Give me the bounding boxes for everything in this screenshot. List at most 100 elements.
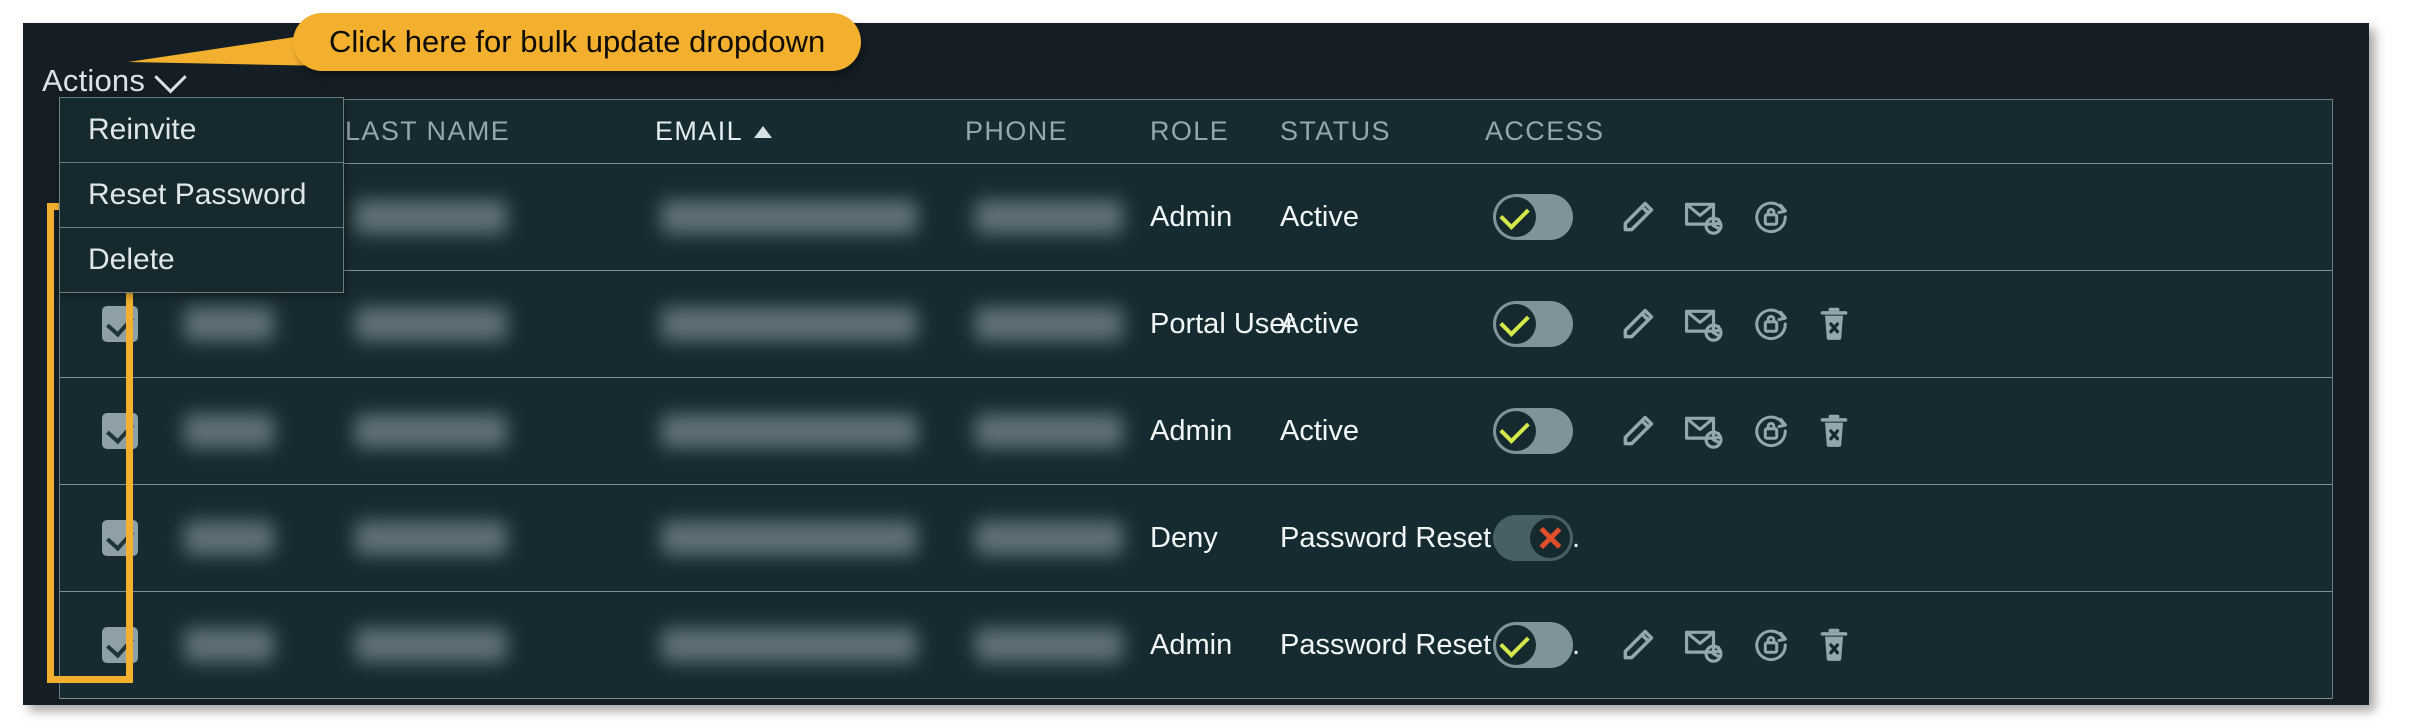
table-row[interactable]: Admin Active (60, 164, 2332, 271)
redacted-value (975, 414, 1123, 448)
cell-access (1485, 622, 2332, 668)
redacted-value (184, 628, 274, 662)
row-checkbox-checked[interactable] (102, 520, 138, 556)
row-checkbox-checked[interactable] (102, 627, 138, 663)
toggle-knob (1496, 625, 1536, 665)
menu-item-reset-password[interactable]: Reset Password (60, 163, 343, 228)
cell-email (655, 414, 965, 448)
header-last-name[interactable]: LAST NAME (345, 116, 510, 146)
cell-phone (965, 200, 1150, 234)
menu-item-reinvite[interactable]: Reinvite (60, 98, 343, 163)
redacted-value (975, 307, 1123, 341)
cell-last-name (345, 200, 655, 234)
redacted-value (355, 200, 507, 234)
cell-access (1485, 515, 2332, 561)
cell-status: Active (1280, 201, 1485, 234)
cell-status: Password Reset Req… (1280, 522, 1581, 555)
row-checkbox-checked[interactable] (102, 413, 138, 449)
cell-phone (965, 521, 1150, 555)
row-action-icons (1619, 412, 1851, 450)
check-icon (1499, 305, 1530, 337)
header-phone[interactable]: PHONE (965, 116, 1068, 146)
cell-role-value: Deny (1150, 521, 1218, 554)
row-action-icons (1619, 305, 1851, 343)
row-checkbox-checked[interactable] (102, 306, 138, 342)
row-select-cell[interactable] (60, 306, 180, 342)
reset-password-lock-icon[interactable] (1751, 198, 1791, 236)
cell-status-value: Active (1280, 414, 1359, 447)
cell-access (1485, 194, 2332, 240)
check-icon (1499, 412, 1530, 444)
reinvite-envelope-icon[interactable] (1683, 626, 1725, 664)
users-table: LAST NAME EMAIL PHONE ROLE STATUS ACCESS… (59, 99, 2333, 699)
delete-trash-icon[interactable] (1817, 412, 1851, 450)
reset-password-lock-icon[interactable] (1751, 412, 1791, 450)
cell-role-value: Admin (1150, 414, 1233, 447)
header-access[interactable]: ACCESS (1485, 116, 1604, 147)
cell-email (655, 307, 965, 341)
cell-first-name (180, 307, 345, 341)
table-row[interactable]: Deny Password Reset Req… (60, 485, 2332, 592)
toggle-knob (1496, 197, 1536, 237)
cell-first-name (180, 628, 345, 662)
cell-last-name (345, 628, 655, 662)
access-toggle-off[interactable] (1493, 515, 1573, 561)
check-icon (1499, 626, 1530, 658)
toggle-knob (1530, 518, 1570, 558)
cell-first-name (180, 521, 345, 555)
header-status[interactable]: STATUS (1280, 116, 1391, 146)
access-toggle-on[interactable] (1493, 622, 1573, 668)
cell-email (655, 521, 965, 555)
callout-bubble: Click here for bulk update dropdown (293, 13, 862, 71)
cell-last-name (345, 414, 655, 448)
user-management-panel: Actions Click here for bulk update dropd… (23, 13, 2369, 705)
menu-item-delete[interactable]: Delete (60, 228, 343, 292)
header-role[interactable]: ROLE (1150, 116, 1229, 146)
table-body: Admin Active Portal User Active Admin Active D… (60, 164, 2332, 699)
access-toggle-on[interactable] (1493, 408, 1573, 454)
redacted-value (661, 307, 917, 341)
redacted-value (184, 521, 274, 555)
delete-trash-icon[interactable] (1817, 626, 1851, 664)
cell-status: Password Reset Req… (1280, 629, 1581, 662)
edit-pencil-icon[interactable] (1619, 305, 1657, 343)
redacted-value (975, 628, 1123, 662)
reset-password-lock-icon[interactable] (1751, 626, 1791, 664)
delete-trash-icon[interactable] (1817, 305, 1851, 343)
cell-email (655, 200, 965, 234)
reinvite-envelope-icon[interactable] (1683, 412, 1725, 450)
access-toggle-on[interactable] (1493, 301, 1573, 347)
redacted-value (661, 414, 917, 448)
access-toggle-on[interactable] (1493, 194, 1573, 240)
table-row[interactable]: Admin Active (60, 378, 2332, 485)
row-select-cell[interactable] (60, 520, 180, 556)
toggle-knob (1496, 411, 1536, 451)
row-action-icons (1619, 198, 1791, 236)
header-email[interactable]: EMAIL (655, 116, 965, 147)
table-header-row: LAST NAME EMAIL PHONE ROLE STATUS ACCESS (60, 100, 2332, 164)
row-select-cell[interactable] (60, 413, 180, 449)
actions-toolbar: Actions Click here for bulk update dropd… (23, 13, 2369, 99)
cell-status: Active (1280, 415, 1485, 448)
edit-pencil-icon[interactable] (1619, 626, 1657, 664)
edit-pencil-icon[interactable] (1619, 412, 1657, 450)
reinvite-envelope-icon[interactable] (1683, 198, 1725, 236)
cell-role: Admin (1150, 415, 1280, 448)
redacted-value (355, 521, 507, 555)
table-row[interactable]: Admin Password Reset Req… (60, 592, 2332, 699)
cell-last-name (345, 521, 655, 555)
table-row[interactable]: Portal User Active (60, 271, 2332, 378)
actions-dropdown-menu[interactable]: Reinvite Reset Password Delete (59, 97, 344, 293)
reinvite-envelope-icon[interactable] (1683, 305, 1725, 343)
callout-text: Click here for bulk update dropdown (329, 24, 826, 59)
row-select-cell[interactable] (60, 627, 180, 663)
edit-pencil-icon[interactable] (1619, 198, 1657, 236)
cell-status-value: Active (1280, 307, 1359, 340)
cell-status-value: Active (1280, 200, 1359, 233)
reset-password-lock-icon[interactable] (1751, 305, 1791, 343)
redacted-value (661, 521, 917, 555)
cell-role-value: Admin (1150, 200, 1233, 233)
redacted-value (355, 628, 507, 662)
redacted-value (355, 414, 507, 448)
redacted-value (975, 521, 1123, 555)
